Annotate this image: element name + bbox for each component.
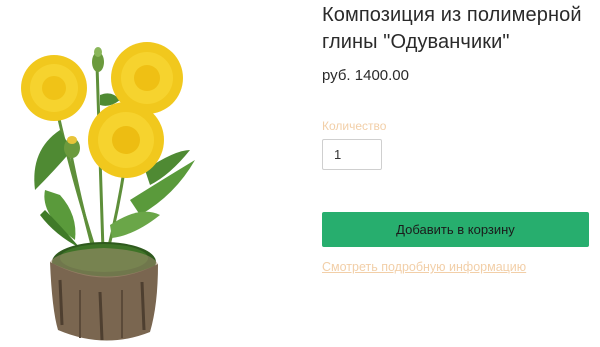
product-price: руб. 1400.00 — [322, 67, 409, 84]
add-to-cart-button[interactable]: Добавить в корзину — [322, 212, 589, 247]
quantity-label: Количество — [322, 119, 387, 133]
product-image[interactable] — [0, 0, 300, 347]
product-title-line2: глины "Одуванчики" — [322, 31, 510, 53]
quantity-input[interactable] — [322, 139, 382, 170]
wood-log-pot — [50, 248, 158, 341]
product-page: Композиция из полимерной глины "Одуванчи… — [0, 0, 600, 347]
product-title: Композиция из полимерной глины "Одуванчи… — [322, 0, 590, 56]
product-info: Композиция из полимерной глины "Одуванчи… — [322, 0, 590, 276]
product-title-line1: Композиция из полимерной — [322, 4, 582, 26]
view-details-link[interactable]: Смотреть подробную информацию — [322, 260, 526, 274]
